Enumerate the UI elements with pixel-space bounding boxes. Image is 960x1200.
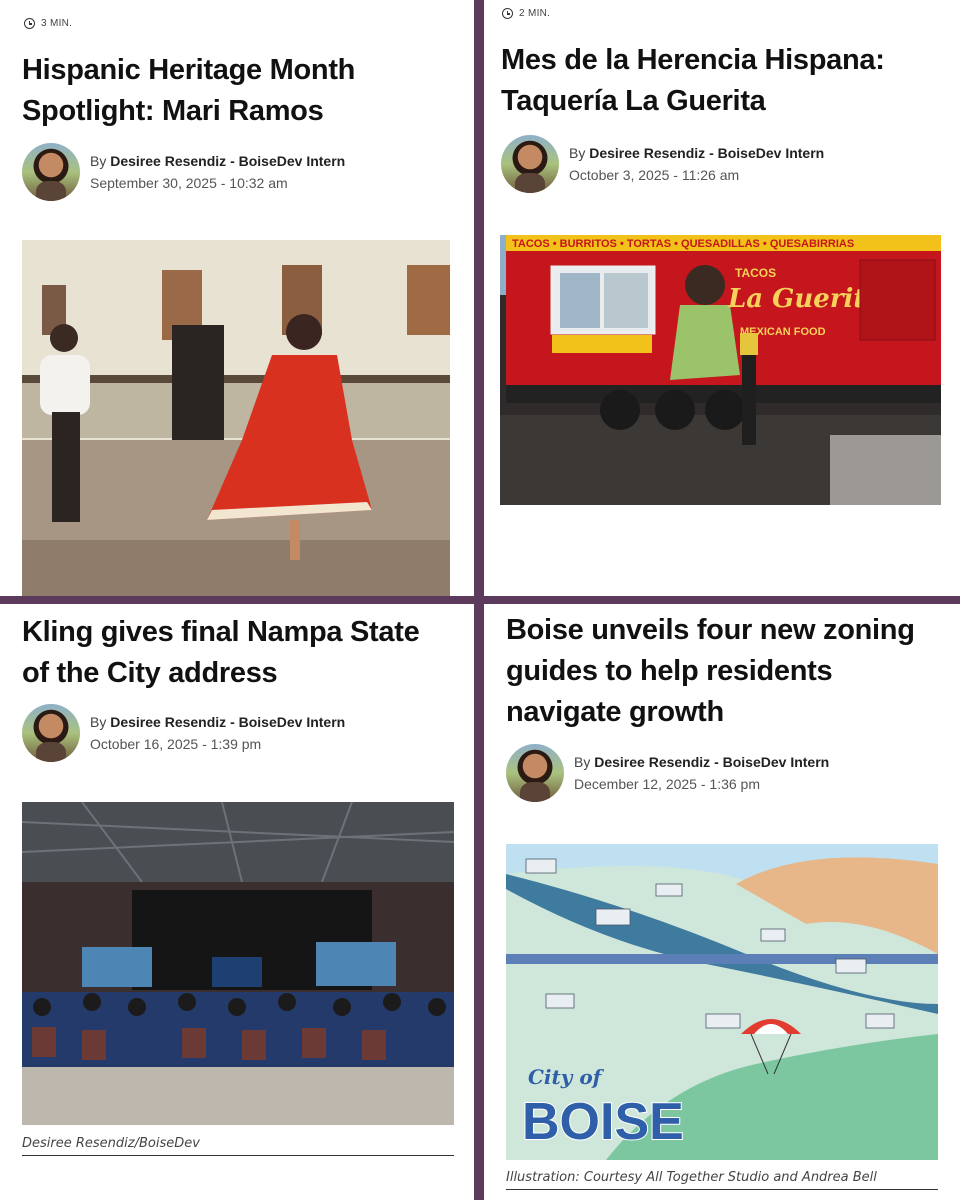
avatar[interactable] <box>22 143 80 201</box>
read-time: 2 MIN. <box>502 8 550 19</box>
author-line: By Desiree Resendiz - BoiseDev Intern <box>90 153 346 169</box>
article-image[interactable] <box>22 240 450 596</box>
image-caption: Illustration: Courtesy All Together Stud… <box>506 1170 938 1190</box>
boise-illustrated-map: City of BOISE <box>506 844 938 1160</box>
publish-date: October 16, 2025 - 1:39 pm <box>90 736 262 752</box>
publish-date: December 12, 2025 - 1:36 pm <box>574 776 760 792</box>
author-line: By Desiree Resendiz - BoiseDev Intern <box>90 714 346 730</box>
clock-icon <box>24 18 35 29</box>
byline: By Desiree Resendiz - BoiseDev Intern Se… <box>22 143 345 201</box>
svg-text:TACOS • BURRITOS • TORTAS • QU: TACOS • BURRITOS • TORTAS • QUESADILLAS … <box>512 238 854 250</box>
image-caption: Desiree Resendiz/BoiseDev <box>22 1136 454 1156</box>
svg-text:City of: City of <box>528 1065 605 1089</box>
avatar[interactable] <box>501 135 559 193</box>
svg-text:TACOS: TACOS <box>735 266 776 280</box>
author-line: By Desiree Resendiz - BoiseDev Intern <box>569 145 825 161</box>
byline: By Desiree Resendiz - BoiseDev Intern Oc… <box>501 135 824 193</box>
publish-date: September 30, 2025 - 10:32 am <box>90 175 288 191</box>
author-link[interactable]: Desiree Resendiz - BoiseDev Intern <box>589 145 824 161</box>
author-link[interactable]: Desiree Resendiz - BoiseDev Intern <box>110 153 345 169</box>
article-title[interactable]: Hispanic Heritage Month Spotlight: Mari … <box>22 50 462 132</box>
article-image[interactable] <box>22 802 454 1125</box>
byline: By Desiree Resendiz - BoiseDev Intern Oc… <box>22 704 345 762</box>
article-title[interactable]: Mes de la Herencia Hispana: Taquería La … <box>501 40 951 122</box>
clock-icon <box>502 8 513 19</box>
article-card[interactable]: 3 MIN. Hispanic Heritage Month Spotlight… <box>0 0 474 596</box>
byline: By Desiree Resendiz - BoiseDev Intern De… <box>506 744 829 802</box>
author-link[interactable]: Desiree Resendiz - BoiseDev Intern <box>594 754 829 770</box>
svg-text:BOISE: BOISE <box>522 1093 684 1151</box>
article-image[interactable]: City of BOISE <box>506 844 938 1160</box>
article-card[interactable]: 2 MIN. Mes de la Herencia Hispana: Taque… <box>484 0 960 596</box>
avatar[interactable] <box>506 744 564 802</box>
article-title[interactable]: Boise unveils four new zoning guides to … <box>506 610 946 733</box>
article-title[interactable]: Kling gives final Nampa State of the Cit… <box>22 612 462 694</box>
publish-date: October 3, 2025 - 11:26 am <box>569 167 740 183</box>
svg-text:La Guerita: La Guerita <box>727 284 882 314</box>
article-image[interactable]: TACOS • BURRITOS • TORTAS • QUESADILLAS … <box>500 235 941 505</box>
article-card[interactable]: Kling gives final Nampa State of the Cit… <box>0 604 474 1200</box>
author-link[interactable]: Desiree Resendiz - BoiseDev Intern <box>110 714 345 730</box>
arena-event-photo <box>22 802 454 1125</box>
read-time: 3 MIN. <box>24 18 72 29</box>
food-truck-photo: TACOS • BURRITOS • TORTAS • QUESADILLAS … <box>500 235 941 505</box>
article-card[interactable]: Boise unveils four new zoning guides to … <box>484 604 960 1200</box>
vintage-dancers-photo <box>22 240 450 596</box>
author-line: By Desiree Resendiz - BoiseDev Intern <box>574 754 830 770</box>
avatar[interactable] <box>22 704 80 762</box>
